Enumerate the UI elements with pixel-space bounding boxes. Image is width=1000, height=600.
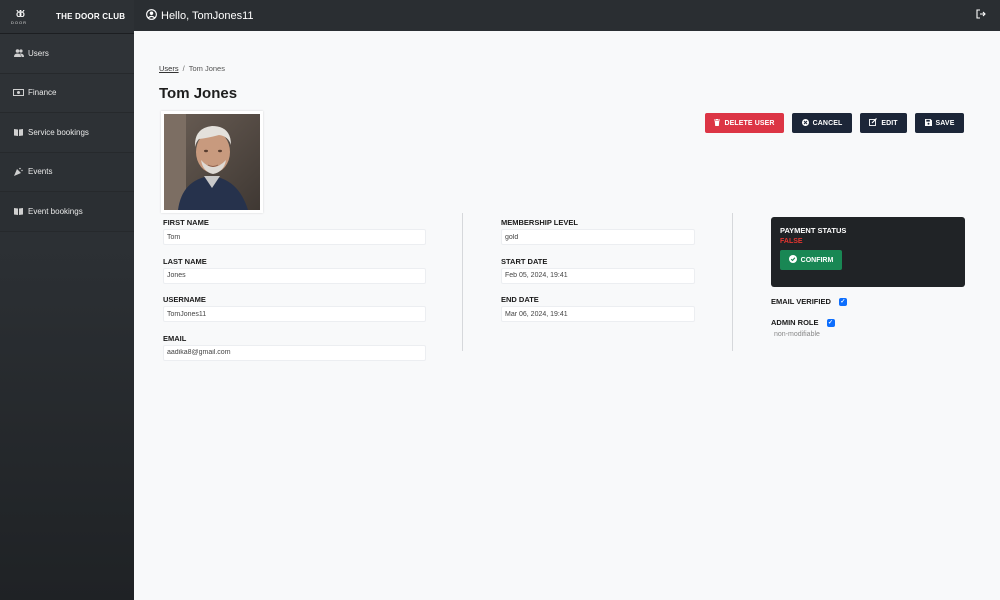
action-toolbar: DELETE USER CANCEL EDIT SAVE [705, 113, 964, 133]
username-label: USERNAME [163, 295, 206, 304]
profile-photo-frame [161, 111, 263, 213]
confirm-payment-button[interactable]: CONFIRM [780, 250, 842, 270]
email-label: EMAIL [163, 333, 187, 343]
profile-photo [164, 114, 260, 210]
confirm-label: CONFIRM [800, 256, 834, 264]
sidebar-nav: Users Finance Service bookings Events Ev… [0, 34, 134, 232]
user-circle-icon [146, 8, 157, 23]
door-logo-icon: ᴕᴕ DOOR [11, 5, 27, 25]
membership-column: MEMBERSHIP LEVEL START DATE END DATE [501, 213, 695, 329]
party-icon [13, 167, 24, 177]
book-icon [13, 128, 24, 137]
username-field[interactable] [163, 306, 426, 322]
trash-icon [714, 118, 721, 128]
users-icon [13, 49, 24, 58]
first-name-label: FIRST NAME [163, 218, 209, 227]
cancel-button[interactable]: CANCEL [792, 113, 852, 133]
sidebar-item-label: Service bookings [28, 127, 89, 137]
check-circle-icon [788, 255, 797, 265]
membership-level-field[interactable] [501, 229, 695, 245]
end-date-field[interactable] [501, 306, 695, 322]
main-content: Users / Tom Jones Tom Jones DELETE USER … [134, 31, 1000, 600]
breadcrumb: Users / Tom Jones [159, 64, 225, 73]
logout-icon[interactable] [976, 9, 986, 22]
email-group: EMAIL [163, 334, 426, 368]
breadcrumb-separator: / [182, 64, 185, 73]
sidebar-item-label: Events [28, 167, 53, 177]
sidebar-item-label: Finance [28, 88, 57, 98]
admin-role-row: ADMIN ROLE ✓ [771, 318, 835, 327]
sidebar: ᴕᴕ DOOR THE DOOR CLUB Users Finance Serv… [0, 0, 134, 600]
cancel-circle-icon [801, 118, 809, 128]
save-label: SAVE [935, 119, 955, 127]
first-name-field[interactable] [163, 229, 426, 245]
breadcrumb-current: Tom Jones [188, 64, 225, 73]
save-button[interactable]: SAVE [915, 113, 964, 133]
topbar: Hello, TomJones11 [134, 0, 1000, 31]
cancel-label: CANCEL [812, 119, 843, 127]
sidebar-item-event-bookings[interactable]: Event bookings [0, 192, 134, 232]
payment-status-value: FALSE [780, 238, 803, 245]
sidebar-item-users[interactable]: Users [0, 34, 134, 74]
sidebar-item-events[interactable]: Events [0, 152, 134, 192]
start-date-field[interactable] [501, 267, 695, 284]
end-date-label: END DATE [501, 295, 539, 304]
membership-level-group: MEMBERSHIP LEVEL [501, 218, 695, 252]
sidebar-item-service-bookings[interactable]: Service bookings [0, 113, 134, 153]
column-divider [732, 213, 733, 351]
admin-role-checkbox[interactable]: ✓ [826, 318, 835, 327]
logo-text: DOOR [11, 19, 27, 25]
book-icon [13, 207, 24, 216]
end-date-group: END DATE [501, 295, 695, 329]
sidebar-item-label: Users [28, 48, 49, 58]
payment-status-card: PAYMENT STATUS FALSE CONFIRM [771, 217, 965, 287]
start-date-group: START DATE [501, 257, 695, 291]
greeting-text: Hello, TomJones11 [161, 9, 254, 22]
email-verified-label: EMAIL VERIFIED [771, 297, 831, 306]
admin-role-label: ADMIN ROLE [771, 318, 819, 327]
start-date-label: START DATE [501, 256, 548, 266]
last-name-group: LAST NAME [163, 257, 426, 291]
money-icon [13, 89, 24, 97]
username-group: USERNAME [163, 295, 426, 329]
save-icon [924, 118, 932, 128]
email-verified-checkbox[interactable]: ✓ [838, 297, 847, 306]
edit-icon [869, 118, 878, 128]
email-verified-row: EMAIL VERIFIED ✓ [771, 297, 847, 306]
delete-user-label: DELETE USER [724, 119, 775, 127]
brand[interactable]: ᴕᴕ DOOR THE DOOR CLUB [0, 0, 134, 34]
email-field[interactable] [163, 344, 426, 361]
column-divider [462, 213, 463, 351]
admin-role-hint: non-modifiable [774, 331, 820, 338]
edit-button[interactable]: EDIT [860, 113, 907, 133]
sidebar-item-label: Event bookings [28, 206, 83, 216]
last-name-field[interactable] [163, 267, 426, 284]
personal-info-column: FIRST NAME LAST NAME USERNAME EMAIL [163, 213, 426, 367]
page-title: Tom Jones [159, 85, 238, 102]
first-name-group: FIRST NAME [163, 218, 426, 252]
last-name-label: LAST NAME [163, 256, 207, 266]
payment-status-label: PAYMENT STATUS [780, 226, 847, 235]
membership-level-label: MEMBERSHIP LEVEL [501, 218, 578, 227]
breadcrumb-users-link[interactable]: Users [159, 64, 179, 73]
delete-user-button[interactable]: DELETE USER [705, 113, 784, 133]
edit-label: EDIT [881, 119, 898, 127]
brand-name: THE DOOR CLUB [56, 12, 126, 21]
sidebar-item-finance[interactable]: Finance [0, 73, 134, 113]
